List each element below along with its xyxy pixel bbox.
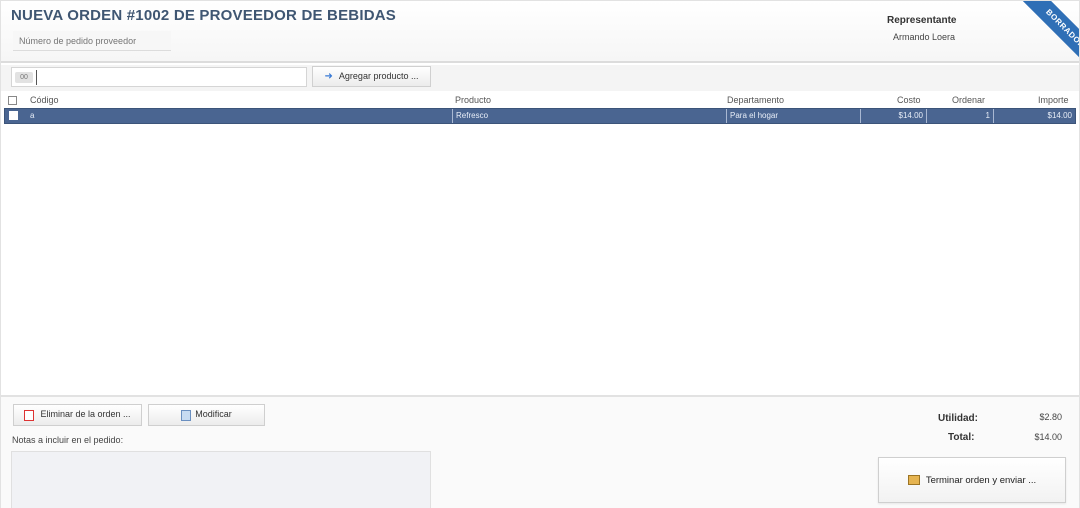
- product-scan-box: 00: [11, 67, 307, 87]
- finish-and-send-button[interactable]: Terminar orden y enviar ...: [878, 457, 1066, 503]
- edit-icon: [181, 409, 192, 421]
- column-header-code[interactable]: Código: [30, 95, 59, 105]
- table-row[interactable]: a Refresco Para el hogar $14.00 1 $14.00: [4, 108, 1076, 124]
- order-notes-textarea[interactable]: [11, 451, 431, 508]
- utility-value: $2.80: [1039, 412, 1062, 422]
- column-header-product[interactable]: Producto: [455, 95, 491, 105]
- remove-from-order-button[interactable]: Eliminar de la orden ...: [13, 404, 142, 426]
- cell-product: Refresco: [452, 109, 726, 123]
- total-label: Total:: [948, 432, 975, 443]
- page-title: NUEVA ORDEN #1002 DE PROVEEDOR DE BEBIDA…: [11, 7, 396, 24]
- barcode-icon: 00: [15, 72, 33, 83]
- order-footer: Eliminar de la orden ... Modificar Notas…: [1, 395, 1079, 508]
- finish-and-send-label: Terminar orden y enviar ...: [925, 474, 1037, 486]
- cell-amount: $14.00: [993, 109, 1075, 123]
- total-value: $14.00: [1034, 432, 1062, 442]
- order-window: NUEVA ORDEN #1002 DE PROVEEDOR DE BEBIDA…: [0, 0, 1080, 508]
- table-empty-area: [4, 125, 1076, 393]
- cell-department: Para el hogar: [726, 109, 860, 123]
- select-all-checkbox[interactable]: [8, 96, 17, 105]
- representative-name: Armando Loera: [893, 32, 956, 42]
- table-header: Código Producto Departamento Costo Orden…: [4, 93, 1076, 108]
- utility-label: Utilidad:: [938, 413, 978, 424]
- column-header-order[interactable]: Ordenar: [952, 95, 985, 105]
- cell-order-qty[interactable]: 1: [926, 109, 993, 123]
- status-ribbon: BORRADOR: [1001, 1, 1079, 63]
- cell-code: a: [30, 111, 35, 120]
- product-code-input[interactable]: [36, 70, 304, 85]
- supplier-order-number-input[interactable]: [13, 31, 171, 51]
- order-items-table: Código Producto Departamento Costo Orden…: [4, 93, 1076, 124]
- add-product-label: Agregar producto ...: [338, 71, 419, 81]
- delete-document-icon: [24, 409, 35, 421]
- column-header-department[interactable]: Departamento: [727, 95, 784, 105]
- modify-label: Modificar: [195, 409, 232, 420]
- product-toolbar: 00 ➜ Agregar producto ...: [1, 65, 1079, 91]
- status-ribbon-label: BORRADOR: [1015, 1, 1079, 63]
- send-package-icon: [907, 474, 920, 485]
- order-header: NUEVA ORDEN #1002 DE PROVEEDOR DE BEBIDA…: [1, 1, 1079, 63]
- column-header-amount[interactable]: Importe: [1038, 95, 1069, 105]
- column-header-cost[interactable]: Costo: [897, 95, 921, 105]
- add-product-button[interactable]: ➜ Agregar producto ...: [312, 66, 431, 87]
- modify-button[interactable]: Modificar: [148, 404, 265, 426]
- add-product-icon: ➜: [324, 71, 333, 82]
- notes-label: Notas a incluir en el pedido:: [12, 435, 124, 445]
- remove-from-order-label: Eliminar de la orden ...: [40, 409, 131, 420]
- cell-cost: $14.00: [860, 109, 926, 123]
- row-checkbox[interactable]: [9, 111, 18, 120]
- representative-label: Representante: [887, 15, 957, 26]
